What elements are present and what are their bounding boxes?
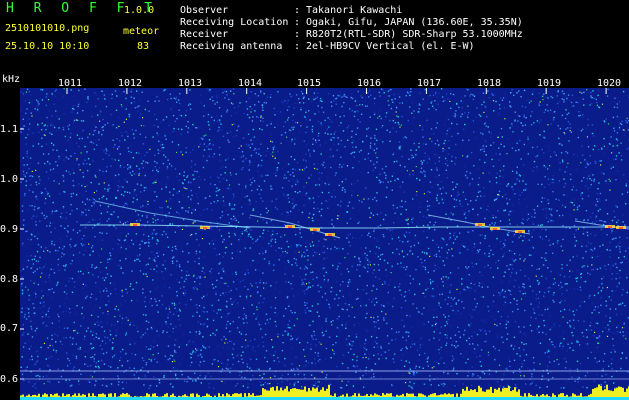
y-tick-0-8: 0.8 [0, 274, 19, 285]
observer-label: Observer [180, 5, 229, 16]
observer-sep: : [294, 5, 301, 16]
spectrogram-canvas [20, 88, 629, 400]
location-label: Receiving Location [180, 17, 289, 28]
y-tick-1-0: 1.0 [0, 174, 19, 185]
observer-value: Takanori Kawachi [306, 5, 403, 16]
file-name: 2510101010.png [5, 23, 90, 34]
antenna-value: 2el-HB9CV Vertical (el. E-W) [306, 41, 475, 52]
receiver-sep: : [294, 29, 301, 40]
receiver-value: R820T2(RTL-SDR) SDR-Sharp 53.1000MHz [306, 29, 523, 40]
y-tick-1-1: 1.1 [0, 124, 19, 135]
mode-label: meteor [123, 26, 160, 37]
location-value: Ogaki, Gifu, JAPAN (136.60E, 35.35N) [306, 17, 523, 28]
receiver-label: Receiver [180, 29, 229, 40]
datetime: 25.10.10 10:10 [5, 41, 90, 52]
app-version: 1.0.0 [124, 5, 155, 16]
y-unit-label: kHz [2, 74, 21, 85]
y-tick-0-7: 0.7 [0, 323, 19, 334]
y-tick-0-9: 0.9 [0, 224, 19, 235]
meteor-count: 83 [137, 41, 150, 52]
antenna-label: Receiving antenna [180, 41, 283, 52]
antenna-sep: : [294, 41, 301, 52]
header-panel: H R O F F T 1.0.0 2510101010.png meteor … [0, 0, 629, 56]
spectrogram [20, 88, 629, 400]
location-sep: : [294, 17, 301, 28]
y-tick-0-6: 0.6 [0, 374, 19, 385]
